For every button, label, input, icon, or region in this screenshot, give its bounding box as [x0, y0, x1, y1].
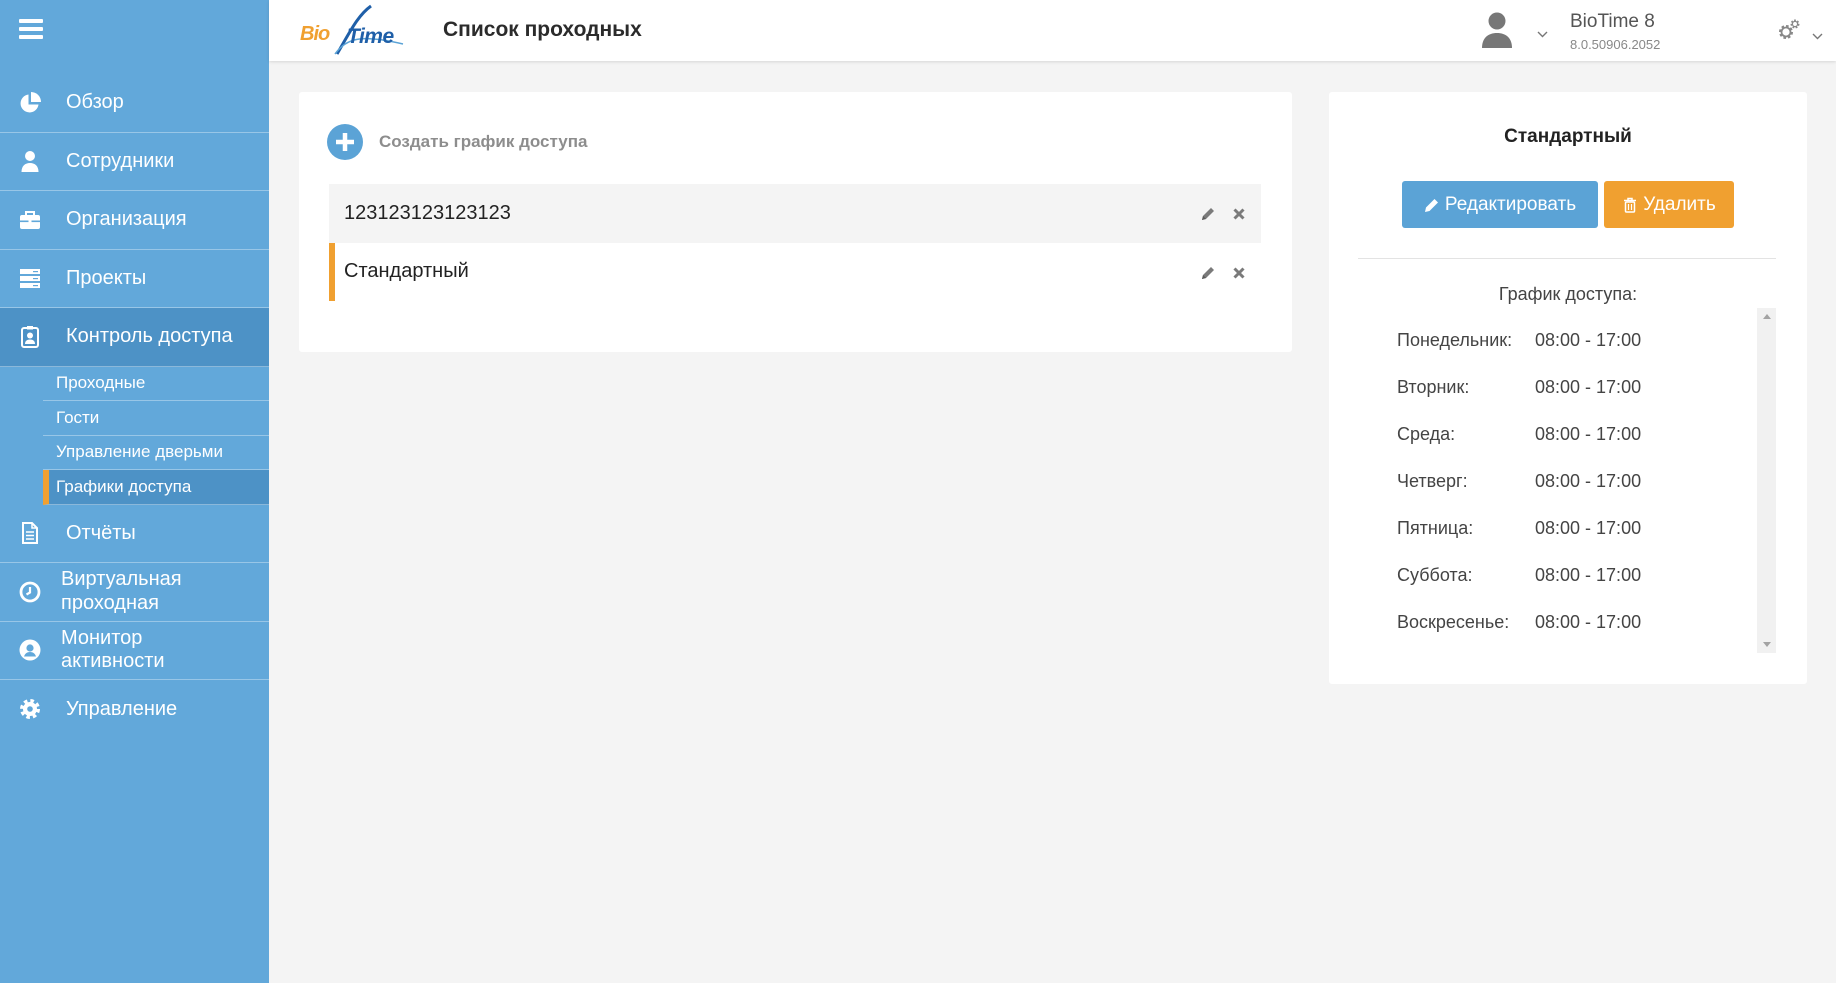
- pencil-icon[interactable]: [1200, 205, 1216, 221]
- schedule-days-scroll-area[interactable]: Понедельник: 08:00 - 17:00 Вторник: 08:00 …: [1358, 308, 1776, 653]
- briefcase-icon: [18, 208, 42, 232]
- schedule-name: 123123123123123: [344, 201, 511, 224]
- trash-icon: [1624, 197, 1637, 213]
- submenu-item-label: Гости: [56, 407, 100, 427]
- pencil-icon[interactable]: [1200, 264, 1216, 280]
- settings-gears-icon[interactable]: [1777, 19, 1801, 41]
- day-time: 08:00 - 17:00: [1535, 470, 1642, 491]
- top-bar: Bio Time Список проходных BioTime 8 8.0.…: [269, 0, 1836, 61]
- sidebar-item-projects[interactable]: Проекты: [0, 250, 269, 308]
- schedule-days-list: Понедельник: 08:00 - 17:00 Вторник: 08:00 …: [1358, 317, 1757, 646]
- menu-toggle-icon[interactable]: [19, 19, 43, 39]
- list-item[interactable]: 123123123123123: [329, 184, 1261, 243]
- sidebar-item-overview[interactable]: Обзор: [0, 74, 269, 133]
- day-time: 08:00 - 17:00: [1535, 517, 1642, 538]
- delete-button-label: Удалить: [1643, 193, 1716, 215]
- user-icon: [18, 149, 42, 173]
- submenu-item-door-management[interactable]: Управление дверьми: [43, 436, 269, 470]
- schedule-name: Стандартный: [344, 260, 469, 283]
- sidebar-item-employees[interactable]: Сотрудники: [0, 133, 269, 191]
- submenu-item-label: Проходные: [56, 373, 146, 393]
- edit-button[interactable]: Редактировать: [1402, 181, 1598, 228]
- page-title: Список проходных: [443, 18, 642, 41]
- sidebar-item-access-control[interactable]: Контроль доступа: [0, 308, 269, 367]
- logo-text-bio: Bio: [300, 23, 330, 45]
- list-item: Суббота: 08:00 - 17:00: [1358, 552, 1757, 599]
- sidebar-item-label: Контроль доступа: [66, 325, 233, 348]
- day-label: Суббота:: [1397, 564, 1473, 585]
- scroll-down-arrow-icon[interactable]: [1757, 636, 1776, 653]
- sidebar: Обзор Сотрудники Организация Проекты Кон…: [0, 0, 269, 983]
- delete-button[interactable]: Удалить: [1604, 181, 1734, 228]
- sidebar-item-label: Организация: [66, 208, 187, 231]
- day-label: Вторник:: [1397, 376, 1470, 397]
- day-label: Воскресенье:: [1397, 611, 1510, 632]
- product-version: 8.0.50906.2052: [1570, 37, 1661, 52]
- vertical-scrollbar[interactable]: [1757, 308, 1776, 653]
- sidebar-item-activity-monitor[interactable]: Монитор активности: [0, 622, 269, 680]
- logo-text-time: Time: [347, 25, 394, 48]
- sidebar-item-label: Виртуальная проходная: [61, 568, 182, 614]
- sidebar-item-label: Отчёты: [66, 521, 136, 544]
- detail-title: Стандартный: [1504, 126, 1632, 147]
- id-badge-icon: [18, 325, 42, 349]
- submenu-item-guests[interactable]: Гости: [43, 401, 269, 436]
- close-icon[interactable]: [1231, 264, 1247, 280]
- settings-chevron-down-icon[interactable]: [1812, 27, 1823, 40]
- user-menu-chevron-down-icon[interactable]: [1537, 25, 1548, 38]
- schedule-list: 123123123123123 Стандартный: [329, 184, 1261, 301]
- sidebar-item-label: Монитор активности: [61, 626, 165, 673]
- day-label: Понедельник:: [1397, 329, 1513, 350]
- submenu-item-access-schedules[interactable]: Графики доступа: [43, 470, 269, 505]
- close-icon[interactable]: [1231, 205, 1247, 221]
- schedule-list-panel: Создать график доступа 123123123123123 С…: [299, 92, 1292, 352]
- schedule-heading: График доступа:: [1498, 284, 1638, 304]
- list-item: Четверг: 08:00 - 17:00: [1358, 458, 1757, 505]
- sidebar-item-label: Обзор: [66, 91, 124, 114]
- day-time: 08:00 - 17:00: [1535, 611, 1642, 632]
- sidebar-item-reports[interactable]: Отчёты: [0, 505, 269, 563]
- list-item: Понедельник: 08:00 - 17:00: [1358, 317, 1757, 364]
- create-schedule-button[interactable]: Создать график доступа: [327, 124, 587, 160]
- day-time: 08:00 - 17:00: [1535, 329, 1642, 350]
- sidebar-item-label: Сотрудники: [66, 149, 175, 172]
- sidebar-item-label: Управление: [66, 697, 178, 720]
- list-item: Среда: 08:00 - 17:00: [1358, 411, 1757, 458]
- schedule-detail-panel: Стандартный Редактировать Удалить График…: [1329, 92, 1807, 684]
- day-label: Пятница:: [1397, 517, 1474, 538]
- product-name: BioTime 8: [1570, 11, 1655, 32]
- list-item: Воскресенье: 08:00 - 17:00: [1358, 599, 1757, 646]
- file-icon: [18, 521, 42, 545]
- edit-button-label: Редактировать: [1444, 193, 1577, 215]
- server-icon: [18, 266, 42, 290]
- day-time: 08:00 - 17:00: [1535, 564, 1642, 585]
- sidebar-item-management[interactable]: Управление: [0, 680, 269, 739]
- day-time: 08:00 - 17:00: [1535, 376, 1642, 397]
- sidebar-nav: Обзор Сотрудники Организация Проекты Кон…: [0, 74, 269, 739]
- user-circle-icon: [18, 638, 42, 662]
- day-label: Среда:: [1397, 423, 1456, 444]
- sidebar-item-virtual-checkpoint[interactable]: Виртуальная проходная: [0, 563, 269, 622]
- pie-chart-icon: [18, 91, 42, 115]
- submenu-item-label: Графики доступа: [56, 476, 192, 496]
- pencil-icon: [1424, 198, 1438, 212]
- biotime-logo[interactable]: Bio Time: [299, 4, 409, 58]
- sidebar-item-organization[interactable]: Организация: [0, 191, 269, 250]
- divider: [1358, 258, 1776, 259]
- submenu-item-label: Управление дверьми: [56, 442, 223, 462]
- day-time: 08:00 - 17:00: [1535, 423, 1642, 444]
- submenu-item-checkpoints[interactable]: Проходные: [43, 367, 269, 401]
- gear-icon: [18, 697, 42, 721]
- scroll-up-arrow-icon[interactable]: [1757, 308, 1776, 325]
- list-item[interactable]: Стандартный: [329, 242, 1261, 301]
- clock-icon: [18, 580, 42, 604]
- create-schedule-label: Создать график доступа: [379, 132, 588, 151]
- day-label: Четверг:: [1397, 470, 1468, 491]
- user-avatar-icon[interactable]: [1480, 11, 1514, 49]
- plus-circle-icon: [327, 124, 363, 160]
- list-item: Пятница: 08:00 - 17:00: [1358, 505, 1757, 552]
- sidebar-item-label: Проекты: [66, 266, 147, 289]
- list-item: Вторник: 08:00 - 17:00: [1358, 364, 1757, 411]
